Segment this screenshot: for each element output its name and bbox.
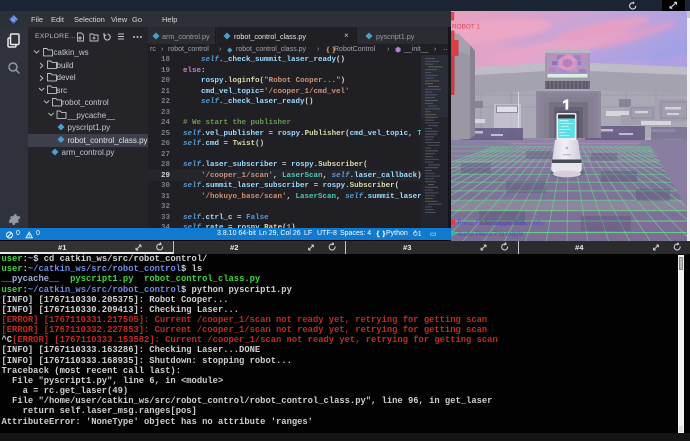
svg-text:Press F1 for toggle Robot Info: Press F1 for toggle Robot Info (458, 220, 544, 227)
svg-text:ROBOT 1: ROBOT 1 (452, 24, 480, 31)
svg-text:Audio Press 7 to toggle: Audio Press 7 to toggle (458, 231, 525, 238)
